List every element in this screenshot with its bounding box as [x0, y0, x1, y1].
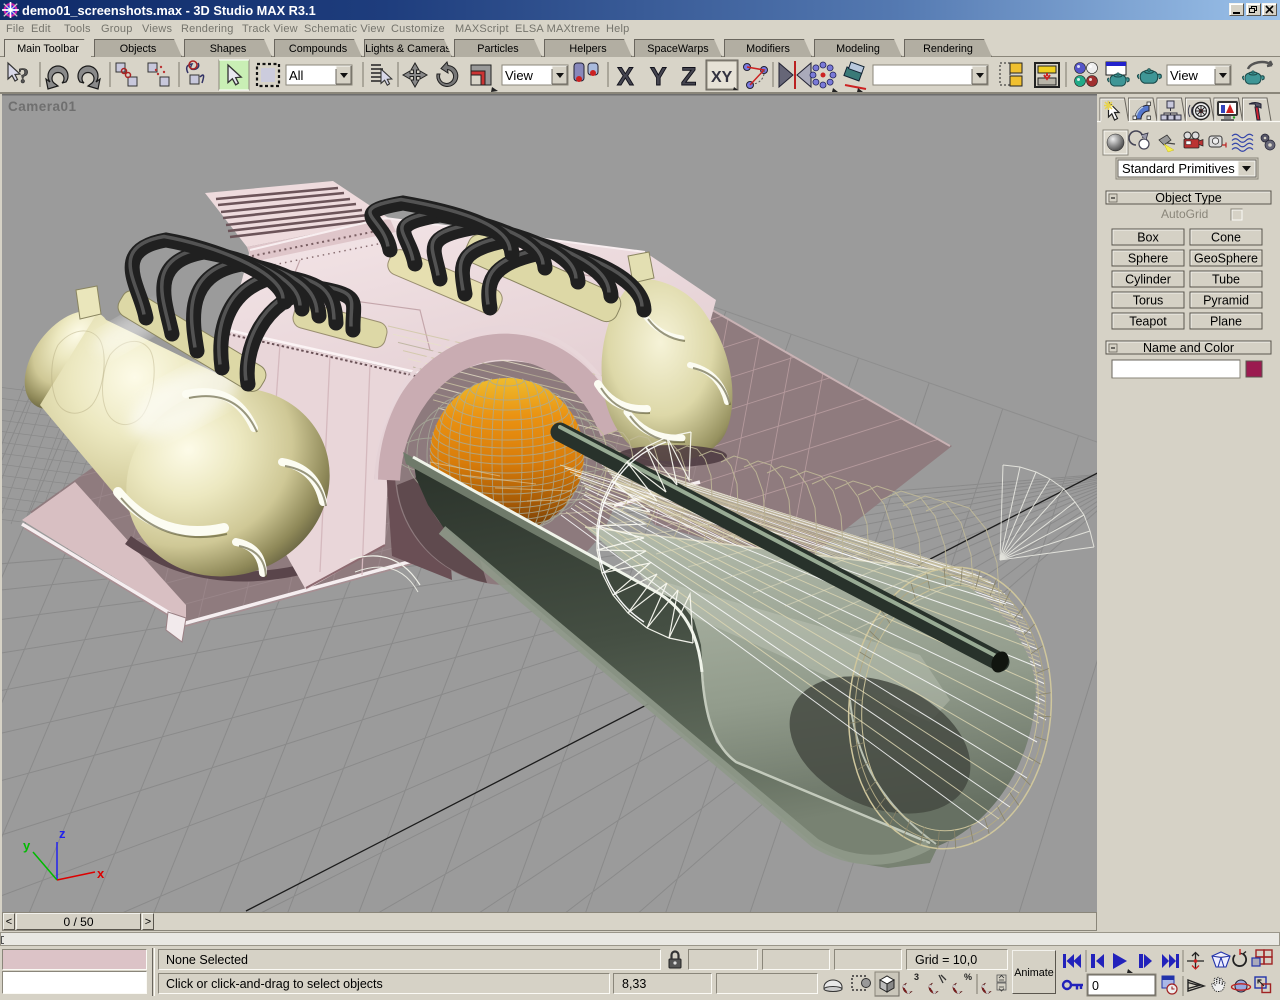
svg-text:y: y: [23, 838, 31, 853]
svg-text:Name and Color: Name and Color: [1143, 341, 1234, 355]
svg-text:Torus: Torus: [1133, 294, 1164, 308]
svg-text:X: X: [617, 63, 634, 91]
svg-text:Tube: Tube: [1212, 273, 1240, 287]
svg-text:0: 0: [1092, 979, 1099, 993]
svg-text:XY: XY: [711, 69, 733, 86]
svg-text:Plane: Plane: [1210, 315, 1242, 329]
svg-text:View: View: [1170, 68, 1199, 83]
svg-text:Cylinder: Cylinder: [1125, 273, 1171, 287]
svg-text:All: All: [289, 68, 304, 83]
svg-text:x: x: [97, 866, 105, 881]
svg-text:View: View: [505, 68, 534, 83]
svg-text:Camera01: Camera01: [8, 99, 77, 114]
svg-text:Box: Box: [1137, 231, 1159, 245]
svg-text:%: %: [964, 972, 972, 982]
svg-text:Object Type: Object Type: [1155, 191, 1222, 205]
svg-text:Z: Z: [681, 63, 696, 91]
svg-text:Standard Primitives: Standard Primitives: [1122, 161, 1235, 176]
svg-text:Teapot: Teapot: [1129, 315, 1167, 329]
svg-text:?: ?: [18, 63, 29, 88]
svg-text:Pyramid: Pyramid: [1203, 294, 1249, 308]
svg-text:3: 3: [914, 972, 919, 982]
svg-text:z: z: [59, 826, 66, 841]
svg-text:Sphere: Sphere: [1128, 252, 1168, 266]
svg-text:AutoGrid: AutoGrid: [1161, 207, 1208, 221]
svg-text:GeoSphere: GeoSphere: [1194, 252, 1258, 266]
svg-text:Cone: Cone: [1211, 231, 1241, 245]
svg-text:Y: Y: [650, 63, 667, 91]
